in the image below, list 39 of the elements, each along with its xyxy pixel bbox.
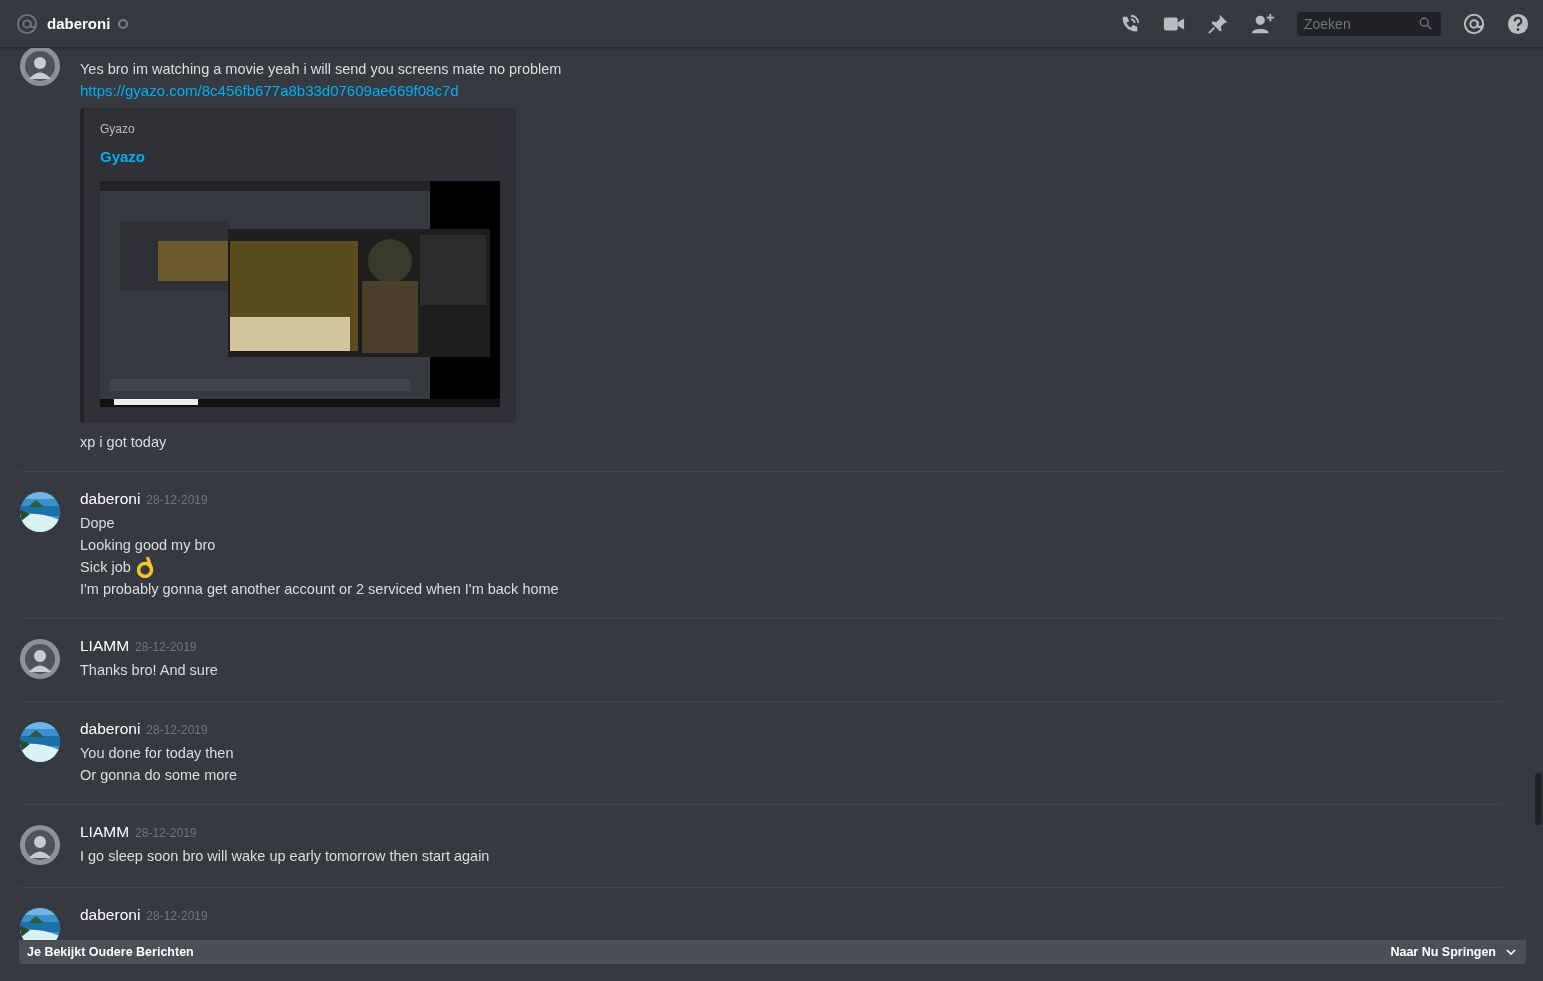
author-name[interactable]: daberoni bbox=[80, 906, 141, 924]
timestamp: 28-12-2019 bbox=[146, 723, 208, 737]
jump-button[interactable]: Naar Nu Springen bbox=[1390, 945, 1516, 959]
add-friend-icon[interactable] bbox=[1251, 12, 1275, 35]
message-text: Sick job bbox=[80, 558, 131, 577]
ok-hand-icon bbox=[136, 556, 155, 578]
message-text: Looking good my bro bbox=[80, 536, 216, 555]
banner-text: Je Bekijkt Oudere Berichten bbox=[27, 945, 195, 959]
embed-title[interactable]: Gyazo bbox=[100, 148, 145, 165]
pin-icon[interactable] bbox=[1207, 12, 1229, 35]
link[interactable]: https://gyazo.com/8c456fb677a8b33d07609ae669f08c7d bbox=[80, 80, 459, 102]
author-name[interactable]: LIAMM bbox=[80, 637, 130, 655]
timestamp: 28-12-2019 bbox=[146, 909, 208, 923]
timestamp: 28-12-2019 bbox=[135, 640, 197, 654]
search-icon bbox=[1419, 16, 1433, 31]
search-field[interactable]: Zoeken bbox=[1297, 11, 1441, 36]
author-name[interactable]: LIAMM bbox=[80, 823, 130, 841]
help-icon[interactable] bbox=[1507, 12, 1529, 35]
message-text: xp i got today bbox=[80, 433, 167, 452]
message-text: Yes bro im watching a movie yeah i will send you screens mate no problem bbox=[80, 60, 562, 79]
message-text: I'm probably gonna get another account or 2 serviced when I'm back home bbox=[80, 580, 559, 599]
caret-icon bbox=[1506, 948, 1516, 956]
avatar bbox=[20, 825, 60, 865]
message-text: You done for today then bbox=[80, 744, 234, 763]
message-text: Or gonna do some more bbox=[80, 766, 238, 785]
mention-icon[interactable] bbox=[1463, 12, 1485, 35]
timestamp: 28-12-2019 bbox=[135, 826, 197, 840]
channel-name: daberoni bbox=[47, 15, 111, 32]
message-text: Thanks bro! And sure bbox=[80, 661, 218, 680]
scrollbar-thumb[interactable] bbox=[1535, 773, 1542, 825]
message-text: I go sleep soon bro will wake up early tomorrow then start again bbox=[80, 847, 490, 866]
avatar bbox=[20, 639, 60, 679]
timestamp: 28-12-2019 bbox=[146, 493, 208, 507]
author-name[interactable]: daberoni bbox=[80, 490, 141, 508]
embed-provider: Gyazo bbox=[100, 122, 135, 136]
author-name[interactable]: daberoni bbox=[80, 720, 141, 738]
at-icon bbox=[16, 12, 38, 35]
message-text: Dope bbox=[80, 514, 115, 533]
avatar bbox=[20, 48, 60, 86]
